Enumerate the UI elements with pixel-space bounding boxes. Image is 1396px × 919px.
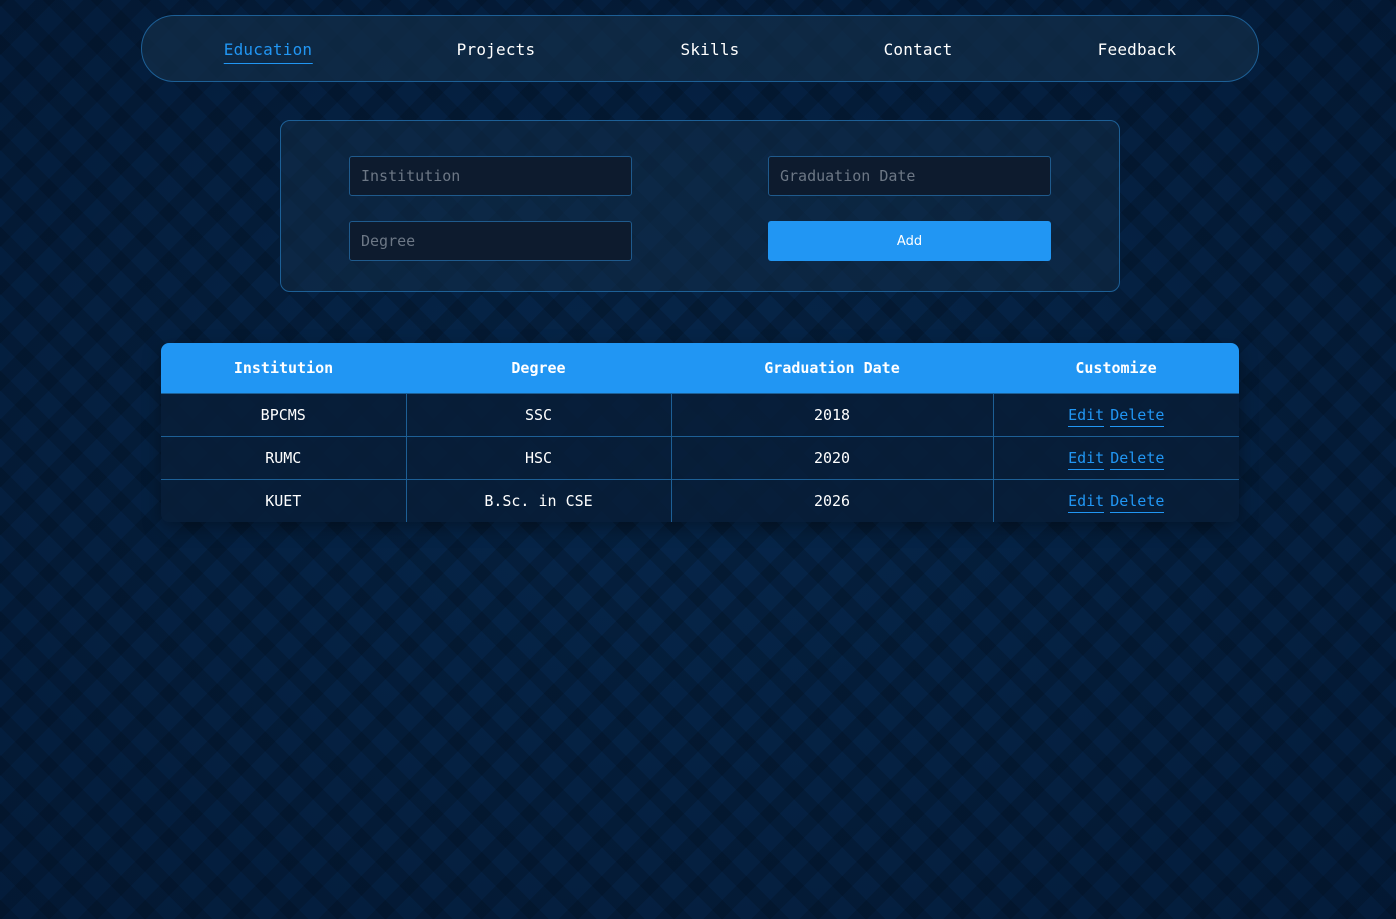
header-institution: Institution (161, 343, 406, 394)
cell-institution: BPCMS (161, 393, 407, 437)
cell-actions: Edit Delete (993, 479, 1239, 522)
cell-degree: HSC (406, 436, 672, 480)
cell-institution: KUET (161, 479, 407, 522)
cell-graduation-date: 2020 (671, 436, 994, 480)
nav-item-contact[interactable]: Contact (884, 40, 953, 59)
education-table: Institution Degree Graduation Date Custo… (161, 343, 1239, 522)
header-customize: Customize (993, 343, 1239, 394)
cell-actions: Edit Delete (993, 436, 1239, 480)
edit-button[interactable]: Edit (1068, 406, 1105, 427)
nav-item-projects[interactable]: Projects (457, 40, 536, 59)
graduation-date-input[interactable] (768, 156, 1051, 196)
edit-button[interactable]: Edit (1068, 492, 1105, 513)
cell-institution: RUMC (161, 436, 407, 480)
table-row: KUET B.Sc. in CSE 2026 Edit Delete (161, 479, 1239, 522)
header-graduation-date: Graduation Date (671, 343, 993, 394)
edit-button[interactable]: Edit (1068, 449, 1105, 470)
nav-item-education[interactable]: Education (223, 40, 313, 64)
table-header-row: Institution Degree Graduation Date Custo… (161, 343, 1239, 394)
delete-button[interactable]: Delete (1110, 492, 1165, 513)
nav-item-feedback[interactable]: Feedback (1098, 40, 1177, 59)
degree-input[interactable] (349, 221, 632, 261)
cell-actions: Edit Delete (993, 393, 1239, 437)
cell-degree: B.Sc. in CSE (406, 479, 672, 522)
table-row: BPCMS SSC 2018 Edit Delete (161, 393, 1239, 437)
delete-button[interactable]: Delete (1110, 406, 1165, 427)
table-row: RUMC HSC 2020 Edit Delete (161, 436, 1239, 480)
cell-graduation-date: 2026 (671, 479, 994, 522)
cell-graduation-date: 2018 (671, 393, 994, 437)
header-degree: Degree (406, 343, 671, 394)
add-button[interactable]: Add (768, 221, 1051, 261)
cell-degree: SSC (406, 393, 672, 437)
top-navigation: Education Projects Skills Contact Feedba… (141, 15, 1259, 82)
nav-item-skills[interactable]: Skills (681, 40, 740, 59)
delete-button[interactable]: Delete (1110, 449, 1165, 470)
education-form: Add (280, 120, 1120, 292)
institution-input[interactable] (349, 156, 632, 196)
